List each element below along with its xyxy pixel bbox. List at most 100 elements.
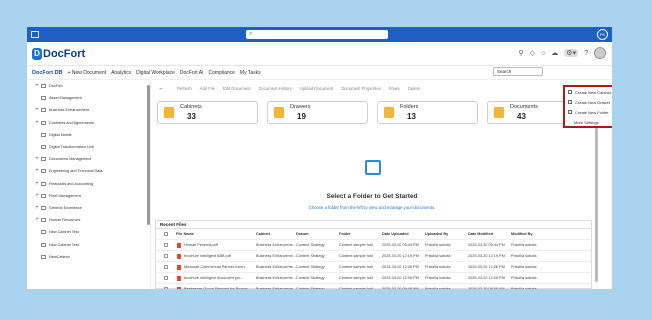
table-cell: Content sample fold — [339, 265, 373, 269]
user-avatar[interactable]: PK — [597, 29, 608, 40]
toolbar-document-history[interactable]: Document History — [259, 86, 292, 91]
expand-icon[interactable]: + — [33, 217, 41, 223]
avatar[interactable] — [594, 47, 606, 59]
menu-compliance[interactable]: Compliance — [209, 70, 235, 76]
sidebar-item[interactable]: + Documents Management — [27, 153, 150, 165]
sidebar-item[interactable]: + Contracts and Agreements — [27, 117, 150, 129]
sidebar-item[interactable]: NewCabinet — [27, 251, 150, 263]
toolbar-document-properties[interactable]: Document Properties — [341, 86, 380, 91]
toolbar-add-file[interactable]: Add File — [200, 86, 215, 91]
select-all-checkbox[interactable] — [164, 232, 168, 236]
sidebar-item[interactable]: + General Excellence — [27, 202, 150, 214]
table-row[interactable]: brochure intelligent ABB.pdf Business Enh… — [156, 251, 591, 262]
expand-icon[interactable]: + — [33, 205, 41, 211]
settings-dropdown: Create New Cabinet Create New Drawer Cre… — [563, 85, 612, 128]
expand-icon[interactable]: + — [33, 193, 41, 199]
table-cell: Business Enhanceme... — [256, 265, 296, 269]
sidebar-item[interactable]: + Human Resources — [27, 214, 150, 226]
app-launcher-icon[interactable] — [31, 31, 39, 38]
sidebar-scrollbar[interactable] — [147, 85, 150, 225]
menu-my-tasks[interactable]: My Tasks — [240, 70, 261, 76]
menu-new-document[interactable]: + New Document — [68, 70, 107, 76]
gear-icon[interactable]: ⚙▾ — [564, 49, 579, 57]
recent-files-table: Recent Files File Name Cabinet Drawer Folde… — [155, 220, 592, 289]
main-scrollbar[interactable] — [595, 102, 598, 282]
more-settings[interactable]: More Settings — [565, 117, 612, 127]
help-icon[interactable]: ○ — [541, 50, 545, 57]
column-header[interactable]: Date Uploaded — [382, 232, 409, 236]
toolbar-delete[interactable]: Delete — [408, 86, 420, 91]
cloud-icon[interactable]: ☁ — [551, 49, 558, 57]
column-header[interactable]: File Name — [176, 232, 194, 236]
expand-icon[interactable]: + — [33, 107, 41, 113]
menu-docfort-ai[interactable]: DocFort AI — [180, 70, 204, 76]
app-name: DocFort — [43, 48, 86, 60]
search-icon[interactable]: ⚲ — [519, 49, 524, 57]
table-row[interactable]: brochure intelligent document pro... Busi… — [156, 273, 591, 284]
menu-search-input[interactable]: Search — [493, 67, 543, 76]
toolbar-edit-document[interactable]: Edit Document — [223, 86, 250, 91]
toolbar-upload-document[interactable]: Upload Document — [300, 86, 334, 91]
menu-item-label: Create New Folder — [575, 109, 609, 115]
row-checkbox[interactable] — [164, 254, 168, 258]
menu-analytics[interactable]: Analytics — [111, 70, 131, 76]
sidebar-item[interactable]: Digital Mobile — [27, 129, 150, 141]
sidebar-item[interactable]: + DocFort — [27, 80, 150, 92]
column-header[interactable]: Uploaded By — [425, 232, 448, 236]
expand-icon[interactable]: + — [33, 168, 41, 174]
expand-icon[interactable]: + — [33, 156, 41, 162]
card-count: 19 — [297, 112, 306, 121]
sidebar-item[interactable]: New Cabinet Test — [27, 238, 150, 250]
sidebar-item[interactable]: Digital Transformation Unit — [27, 141, 150, 153]
folders-card[interactable]: Folders 13 — [377, 101, 478, 124]
column-header[interactable]: Drawer — [296, 232, 309, 236]
sidebar-item-label: Engineering and Technical Data — [49, 169, 103, 174]
column-header[interactable]: Modified By — [511, 232, 533, 236]
sidebar-item[interactable]: + Engineering and Technical Data — [27, 165, 150, 177]
column-header[interactable]: Folder — [339, 232, 351, 236]
create-new-drawer[interactable]: Create New Drawer — [565, 97, 612, 107]
question-icon[interactable]: ? — [584, 50, 588, 57]
table-cell: Business Enhanceme... — [256, 276, 296, 280]
toolbar-refresh[interactable]: Refresh — [177, 86, 192, 91]
global-search-input[interactable]: ⌕ — [246, 30, 388, 39]
sidebar-item[interactable]: New Cabinet Test — [27, 226, 150, 238]
row-checkbox[interactable] — [164, 287, 168, 289]
column-header[interactable]: Cabinet — [256, 232, 270, 236]
top-bar: ⌕ PK — [27, 27, 612, 42]
cabinets-card[interactable]: Cabinets 33 — [157, 101, 258, 124]
column-header[interactable]: Date Modified — [468, 232, 493, 236]
row-checkbox[interactable] — [164, 243, 168, 247]
table-row[interactable]: Microsoft Commercial Partner Incen... Bus… — [156, 262, 591, 273]
menu-item-label: Create New Cabinet — [575, 89, 612, 95]
row-checkbox[interactable] — [164, 276, 168, 280]
sidebar-item[interactable]: + Fleet Management — [27, 190, 150, 202]
sidebar-item-label: Contracts and Agreements — [49, 120, 94, 125]
sidebar-item[interactable]: Asset Management — [27, 92, 150, 104]
menu-digital-workplace[interactable]: Digital Workplace — [136, 70, 175, 76]
create-new-folder[interactable]: Create New Folder — [565, 107, 612, 117]
row-checkbox[interactable] — [164, 265, 168, 269]
drawer-icon — [274, 107, 284, 118]
table-cell: Beekeeper Group Request for Propos... — [184, 287, 251, 289]
cabinet-icon — [41, 242, 46, 247]
table-cell: 2025-03-20 12:06 PM — [382, 276, 419, 280]
menu-docfort-db[interactable]: DocFort DB — [32, 70, 63, 76]
back-arrow-icon[interactable]: ← — [158, 85, 165, 92]
table-cell: Content Strategy — [296, 276, 325, 280]
notification-icon[interactable]: ◇ — [530, 49, 535, 57]
expand-icon[interactable]: + — [33, 120, 41, 126]
create-new-cabinet[interactable]: Create New Cabinet — [565, 87, 612, 97]
sidebar-item[interactable]: + Financials and Accounting — [27, 178, 150, 190]
logo[interactable]: D DocFort — [32, 47, 85, 61]
empty-state-title: Select a Folder to Get Started — [326, 193, 418, 200]
pdf-icon — [177, 254, 181, 259]
drawers-card[interactable]: Drawers 19 — [267, 101, 368, 124]
toolbar-share[interactable]: Share — [389, 86, 400, 91]
expand-icon[interactable]: + — [33, 181, 41, 187]
sidebar-item-label: Digital Transformation Unit — [49, 145, 94, 150]
sidebar-item[interactable]: + Business Enhancement — [27, 104, 150, 116]
table-row[interactable]: Beekeeper Group Request for Propos... Bus… — [156, 284, 591, 289]
table-row[interactable]: Human Persona.pdf Business Enhanceme... Co… — [156, 240, 591, 251]
expand-icon[interactable]: + — [33, 83, 41, 89]
